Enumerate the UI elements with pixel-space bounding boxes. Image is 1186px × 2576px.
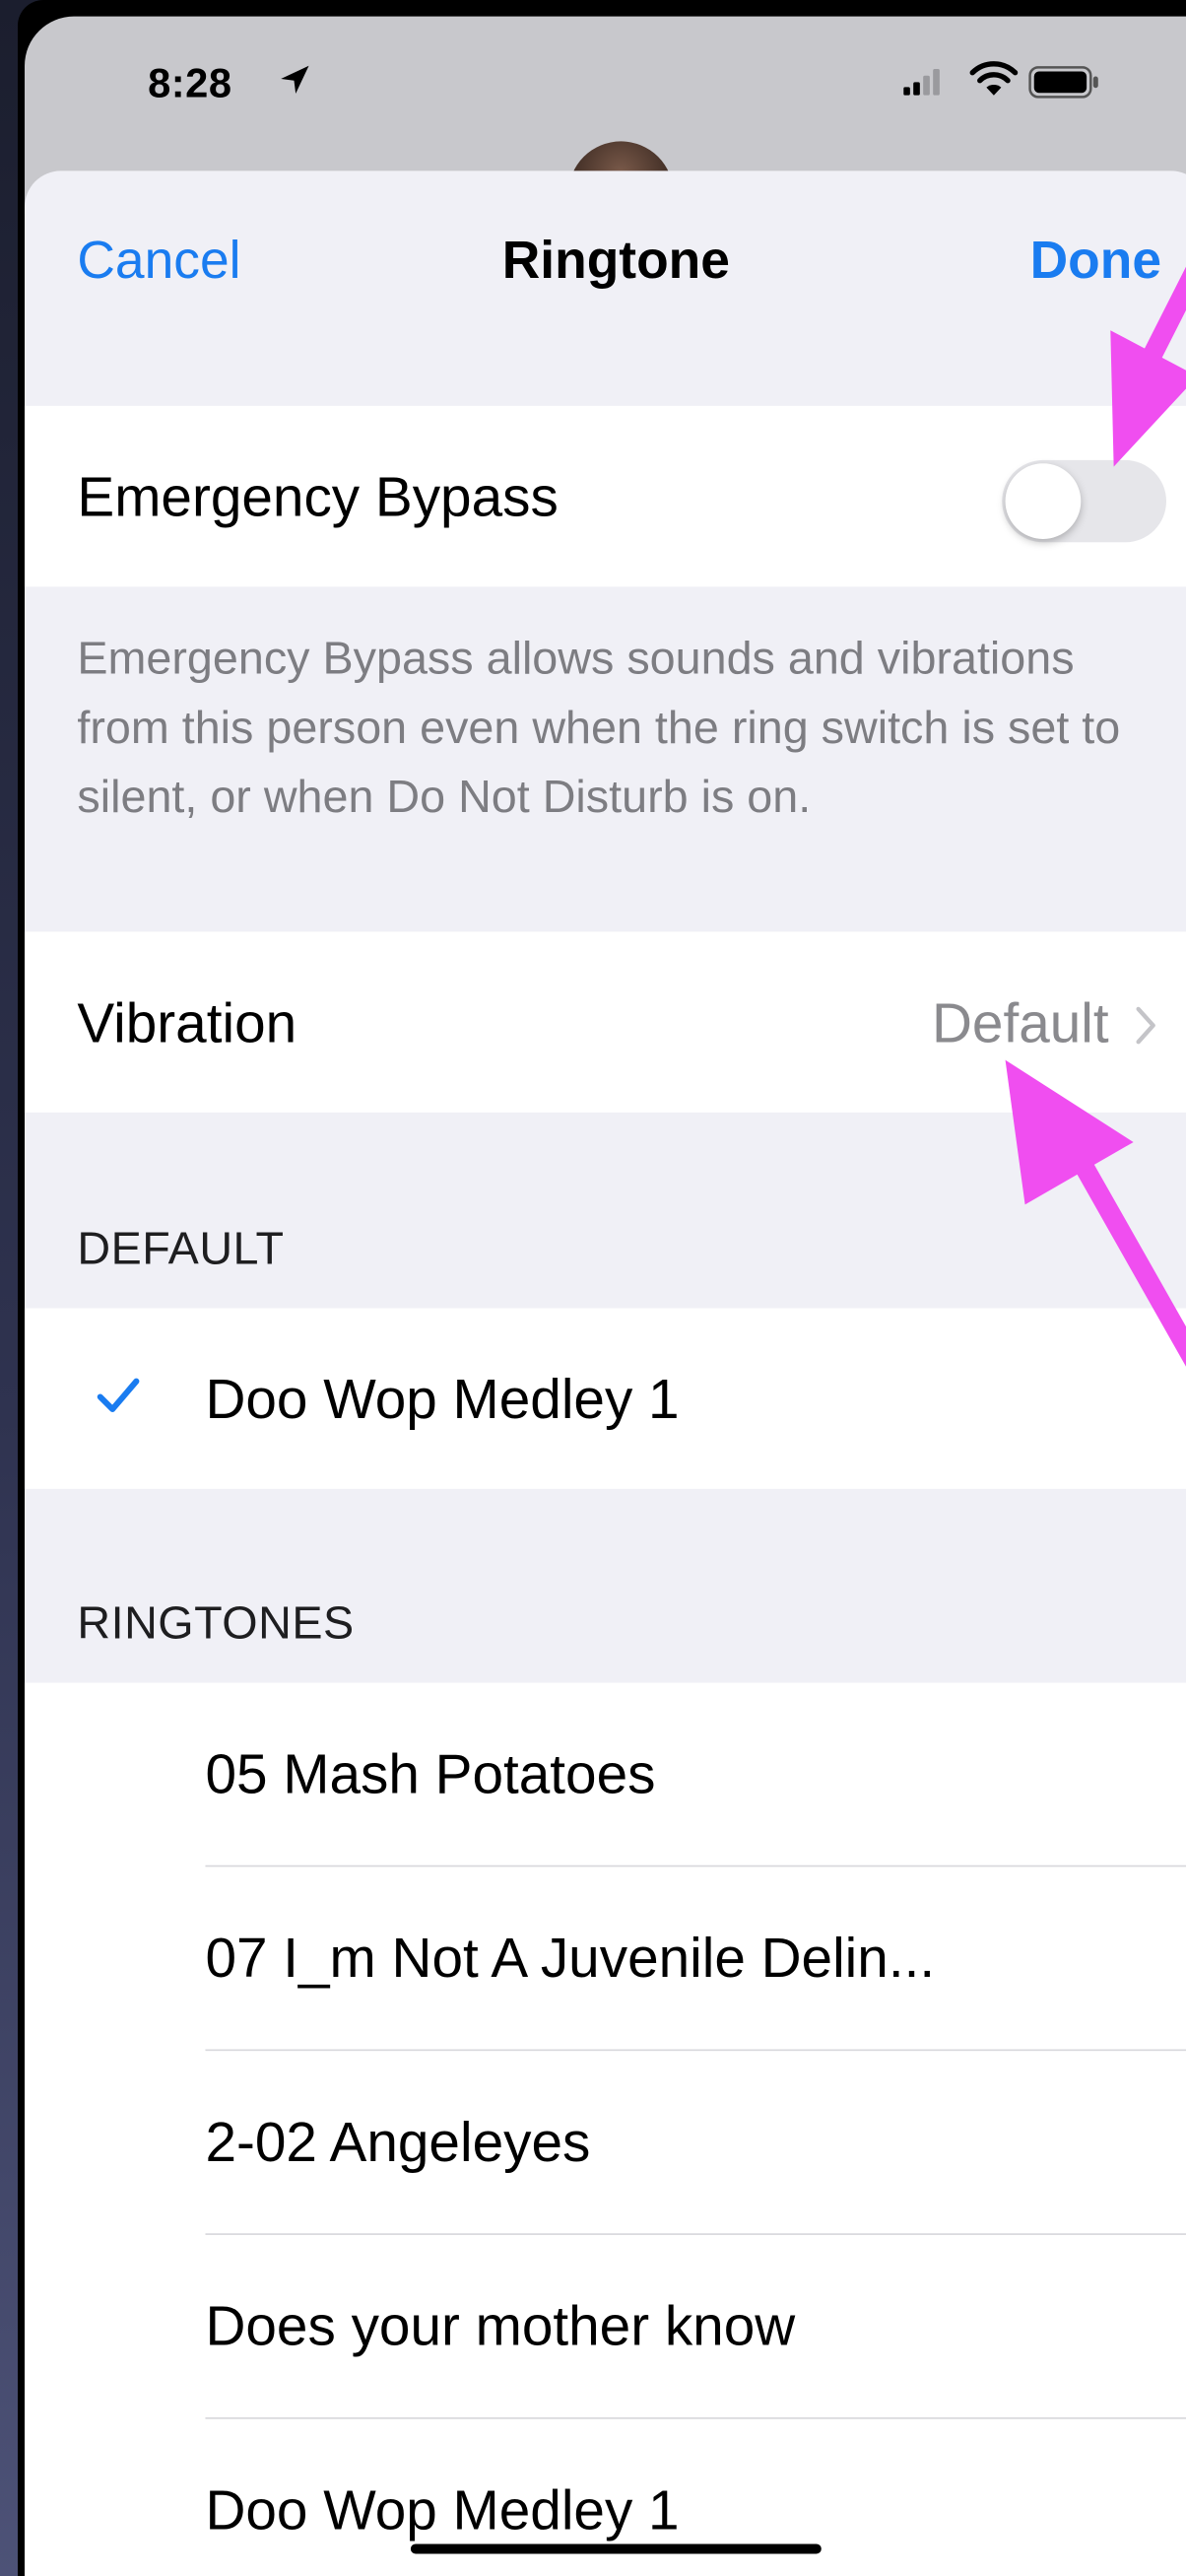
list-item[interactable]: Does your mother know (25, 2235, 1186, 2419)
emergency-bypass-row: Emergency Bypass (25, 405, 1186, 587)
chevron-right-icon (1136, 1006, 1155, 1045)
ringtones-list: 05 Mash Potatoes 07 I_m Not A Juvenile D… (25, 1682, 1186, 2576)
ringtones-section-header: RINGTONES (77, 1596, 355, 1649)
vibration-label: Vibration (77, 992, 297, 1055)
navigation-bar: Cancel Ringtone Done (25, 170, 1186, 368)
location-arrow-icon (281, 65, 309, 95)
list-item[interactable]: 2-02 Angeleyes (25, 2051, 1186, 2235)
list-item[interactable]: 07 I_m Not A Juvenile Delin... (25, 1866, 1186, 2052)
status-time: 8:28 (148, 60, 232, 107)
ringtone-label: Does your mother know (205, 2295, 796, 2359)
underline-annotation (410, 2543, 822, 2554)
vibration-value: Default (931, 992, 1109, 1055)
checkmark-icon (97, 1378, 140, 1412)
ringtone-label: Doo Wop Medley 1 (205, 2479, 680, 2542)
ringtone-label: 2-02 Angeleyes (205, 2111, 591, 2175)
vibration-row[interactable]: Vibration Default (25, 931, 1186, 1113)
emergency-bypass-toggle[interactable] (1002, 459, 1166, 543)
ringtone-sheet: Cancel Ringtone Done Emergency Bypass Em… (25, 170, 1186, 2576)
emergency-bypass-label: Emergency Bypass (77, 466, 559, 529)
default-ringtone-label: Doo Wop Medley 1 (205, 1369, 680, 1432)
emergency-bypass-footer: Emergency Bypass allows sounds and vibra… (77, 633, 1121, 822)
phone-screen: 8:28 Cancel Ringtone Done Emergency Bypa… (0, 0, 1186, 2576)
default-ringtone-row[interactable]: Doo Wop Medley 1 (25, 1308, 1186, 1489)
wifi-icon (969, 61, 1019, 96)
battery-icon (1028, 66, 1098, 99)
done-button[interactable]: Done (1030, 230, 1161, 291)
page-title: Ringtone (501, 230, 730, 290)
ringtone-label: 07 I_m Not A Juvenile Delin... (205, 1928, 936, 1991)
ringtone-label: 05 Mash Potatoes (205, 1743, 656, 1806)
cellular-signal-icon (903, 69, 940, 96)
list-item[interactable]: 05 Mash Potatoes (25, 1683, 1186, 1867)
toggle-knob (1005, 463, 1082, 539)
default-section-header: DEFAULT (77, 1222, 285, 1274)
